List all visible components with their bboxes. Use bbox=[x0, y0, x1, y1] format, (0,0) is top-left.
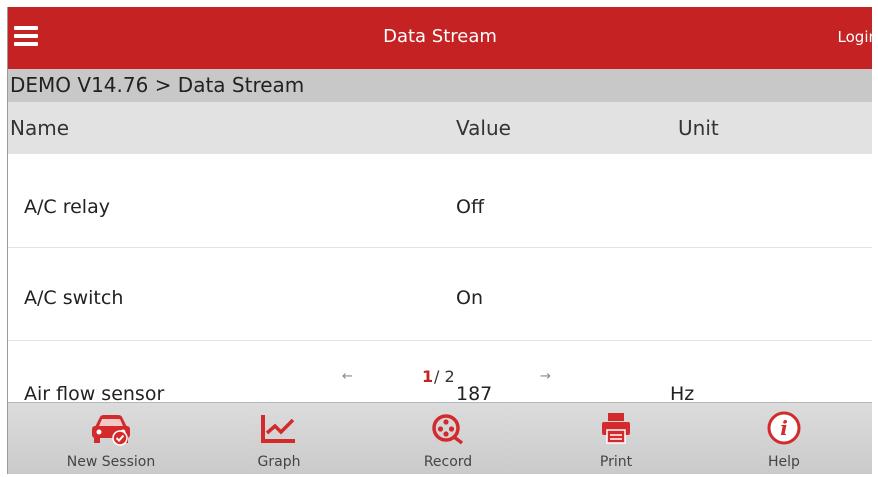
column-header-value: Value bbox=[456, 116, 511, 140]
breadcrumb: DEMO V14.76 > Data Stream bbox=[8, 69, 872, 102]
column-header-name: Name bbox=[10, 116, 70, 140]
app-bar: Data Stream Login bbox=[8, 7, 872, 69]
record-button[interactable]: Record bbox=[388, 403, 508, 474]
print-label: Print bbox=[599, 454, 633, 470]
column-header-unit: Unit bbox=[678, 116, 719, 140]
table-header: Name Value Unit bbox=[8, 102, 872, 154]
car-check-icon bbox=[92, 415, 130, 446]
graph-button[interactable]: Graph bbox=[219, 403, 339, 474]
svg-text:i: i bbox=[780, 416, 788, 440]
new-session-button[interactable]: New Session bbox=[51, 403, 171, 474]
new-session-label: New Session bbox=[66, 454, 156, 470]
printer-icon bbox=[602, 413, 630, 444]
record-reel-icon bbox=[432, 414, 464, 445]
login-link[interactable]: Login bbox=[838, 28, 872, 46]
row-name: A/C relay bbox=[24, 196, 110, 218]
help-button[interactable]: i Help bbox=[724, 403, 844, 474]
total-pages: / 2 bbox=[434, 367, 455, 386]
table-row[interactable]: A/C switch On bbox=[8, 248, 872, 341]
prev-page-arrow-icon[interactable]: ← bbox=[342, 369, 353, 384]
bottom-toolbar: New Session Graph Record Print i Help bbox=[8, 402, 872, 474]
row-value: On bbox=[456, 287, 483, 309]
help-label: Help bbox=[768, 454, 800, 470]
info-icon: i bbox=[767, 411, 801, 445]
print-button[interactable]: Print bbox=[556, 403, 676, 474]
row-name: A/C switch bbox=[24, 287, 124, 309]
current-page: 1 bbox=[422, 367, 434, 386]
record-label: Record bbox=[423, 454, 473, 470]
app-window: Data Stream Login DEMO V14.76 > Data Str… bbox=[7, 7, 872, 474]
row-value: Off bbox=[456, 196, 485, 218]
next-page-arrow-icon[interactable]: → bbox=[540, 369, 551, 384]
app-title: Data Stream bbox=[383, 26, 497, 47]
graph-icon bbox=[261, 415, 295, 443]
graph-label: Graph bbox=[257, 454, 301, 470]
page-indicator: ← 1 / 2 → bbox=[8, 367, 872, 397]
table-row[interactable]: A/C relay Off bbox=[8, 155, 872, 248]
